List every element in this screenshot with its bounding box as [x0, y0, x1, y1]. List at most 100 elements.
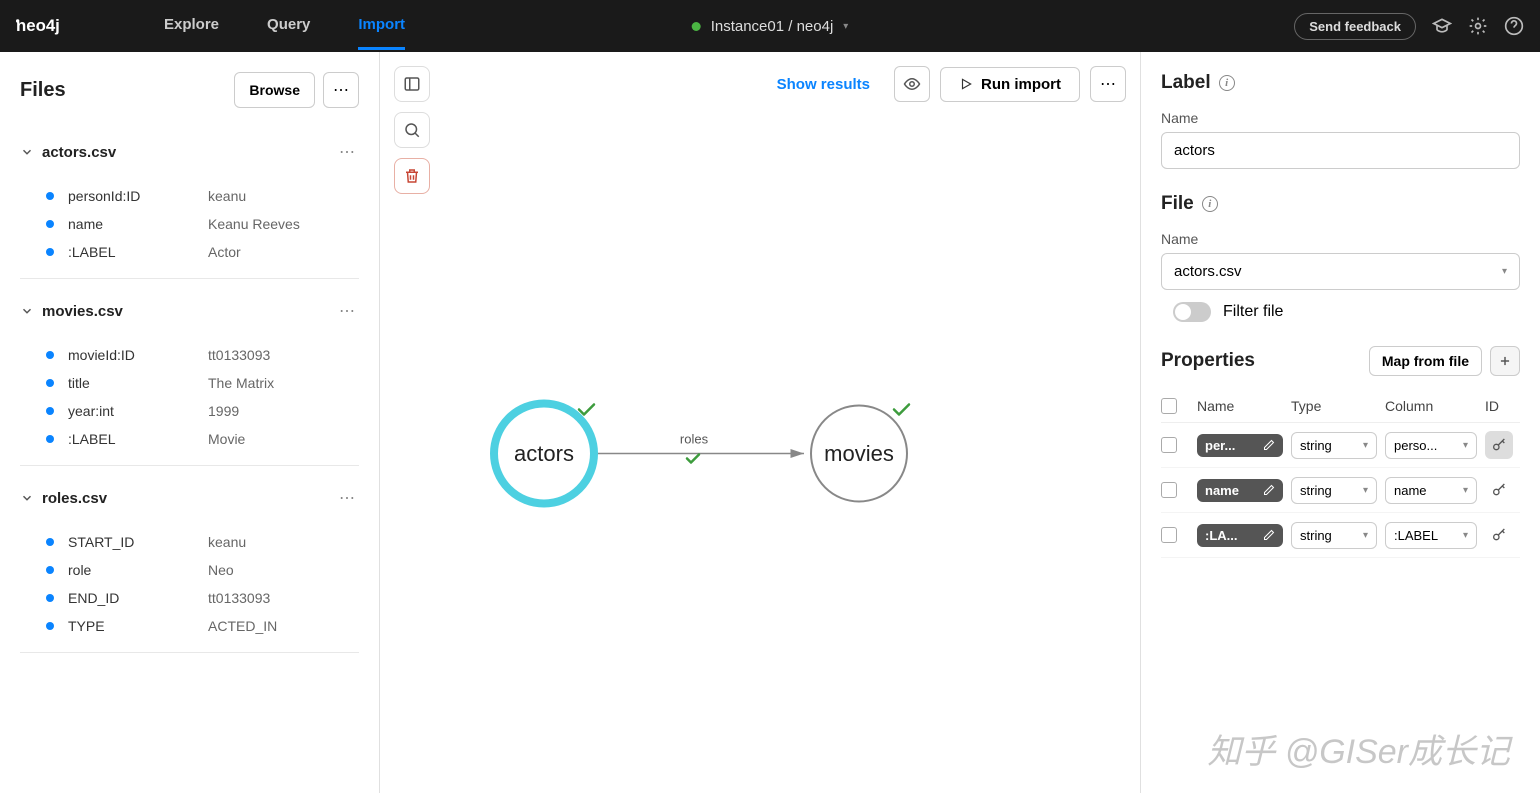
field-key: role — [68, 562, 208, 578]
file-field[interactable]: START_ID keanu — [46, 528, 359, 556]
file-field[interactable]: name Keanu Reeves — [46, 210, 359, 238]
run-import-button[interactable]: Run import — [940, 67, 1080, 102]
field-key: START_ID — [68, 534, 208, 550]
node-actors-label: actors — [514, 441, 574, 466]
file-menu-button[interactable]: ⋯ — [335, 138, 359, 166]
canvas-more-button[interactable]: ⋯ — [1090, 66, 1126, 102]
key-icon — [1491, 482, 1507, 498]
check-icon — [579, 404, 594, 414]
file-header[interactable]: movies.csv ⋯ — [20, 291, 359, 331]
details-sidebar: Label i Name File i Name actors.csv ▾ Fi… — [1140, 52, 1540, 793]
label-heading: Label i — [1161, 72, 1520, 94]
type-select[interactable]: string▾ — [1291, 432, 1377, 459]
show-results-link[interactable]: Show results — [777, 76, 870, 93]
name-label: Name — [1161, 110, 1520, 126]
column-select[interactable]: :LABEL▾ — [1385, 522, 1477, 549]
field-value: Keanu Reeves — [208, 216, 300, 232]
field-key: movieId:ID — [68, 347, 208, 363]
field-dot-icon — [46, 407, 54, 415]
file-field[interactable]: movieId:ID tt0133093 — [46, 341, 359, 369]
browse-button[interactable]: Browse — [234, 72, 315, 108]
instance-selector[interactable]: Instance01 / neo4j ▾ — [692, 18, 849, 35]
column-select[interactable]: perso...▾ — [1385, 432, 1477, 459]
property-name-pill[interactable]: name — [1197, 479, 1283, 502]
dots-icon: ⋯ — [333, 80, 349, 100]
property-name-pill[interactable]: :LA... — [1197, 524, 1283, 547]
file-section: roles.csv ⋯ START_ID keanu role Neo END_… — [20, 478, 359, 653]
field-dot-icon — [46, 622, 54, 630]
file-field[interactable]: personId:ID keanu — [46, 182, 359, 210]
row-checkbox[interactable] — [1161, 437, 1177, 453]
map-from-file-button[interactable]: Map from file — [1369, 346, 1482, 376]
delete-button[interactable] — [394, 158, 430, 194]
pencil-icon — [1263, 439, 1275, 451]
file-header[interactable]: actors.csv ⋯ — [20, 132, 359, 172]
file-field[interactable]: year:int 1999 — [46, 397, 359, 425]
preview-button[interactable] — [894, 66, 930, 102]
file-field[interactable]: title The Matrix — [46, 369, 359, 397]
run-import-label: Run import — [981, 76, 1061, 93]
property-row: per... string▾ perso...▾ — [1161, 423, 1520, 468]
file-field[interactable]: END_ID tt0133093 — [46, 584, 359, 612]
select-all-checkbox[interactable] — [1161, 398, 1177, 414]
send-feedback-button[interactable]: Send feedback — [1294, 13, 1416, 40]
info-icon[interactable]: i — [1202, 196, 1218, 212]
panel-toggle-button[interactable] — [394, 66, 430, 102]
key-icon — [1491, 527, 1507, 543]
col-id: ID — [1485, 398, 1517, 414]
neo4j-logo[interactable]: neo4j — [16, 14, 100, 38]
add-property-button[interactable] — [1490, 346, 1520, 376]
files-title: Files — [20, 79, 66, 102]
field-key: :LABEL — [68, 244, 208, 260]
row-checkbox[interactable] — [1161, 527, 1177, 543]
chevron-down-icon — [20, 145, 34, 159]
check-icon — [687, 454, 699, 462]
file-menu-button[interactable]: ⋯ — [335, 484, 359, 512]
id-key-button[interactable] — [1485, 476, 1513, 504]
help-icon[interactable] — [1504, 16, 1524, 36]
tab-explore[interactable]: Explore — [164, 2, 219, 50]
graduation-icon[interactable] — [1432, 16, 1452, 36]
file-header[interactable]: roles.csv ⋯ — [20, 478, 359, 518]
id-key-button[interactable] — [1485, 521, 1513, 549]
column-select[interactable]: name▾ — [1385, 477, 1477, 504]
gear-icon[interactable] — [1468, 16, 1488, 36]
file-field[interactable]: role Neo — [46, 556, 359, 584]
filter-file-toggle[interactable] — [1173, 302, 1211, 322]
file-select[interactable]: actors.csv ▾ — [1161, 253, 1520, 290]
chevron-down-icon: ▾ — [1463, 530, 1468, 541]
type-select[interactable]: string▾ — [1291, 477, 1377, 504]
tab-query[interactable]: Query — [267, 2, 310, 50]
type-select[interactable]: string▾ — [1291, 522, 1377, 549]
properties-heading: Properties — [1161, 350, 1255, 372]
file-field[interactable]: :LABEL Movie — [46, 425, 359, 453]
field-value: Actor — [208, 244, 241, 260]
id-key-button[interactable] — [1485, 431, 1513, 459]
file-field[interactable]: TYPE ACTED_IN — [46, 612, 359, 640]
chevron-down-icon — [20, 491, 34, 505]
field-dot-icon — [46, 435, 54, 443]
edge-label: roles — [680, 431, 709, 446]
row-checkbox[interactable] — [1161, 482, 1177, 498]
tab-import[interactable]: Import — [358, 2, 405, 50]
property-name-pill[interactable]: per... — [1197, 434, 1283, 457]
col-name: Name — [1197, 398, 1283, 414]
field-dot-icon — [46, 351, 54, 359]
field-dot-icon — [46, 192, 54, 200]
file-field[interactable]: :LABEL Actor — [46, 238, 359, 266]
file-menu-button[interactable]: ⋯ — [335, 297, 359, 325]
label-name-input[interactable] — [1161, 132, 1520, 169]
field-value: Movie — [208, 431, 245, 447]
field-value: Neo — [208, 562, 234, 578]
field-key: TYPE — [68, 618, 208, 634]
files-more-button[interactable]: ⋯ — [323, 72, 359, 108]
field-key: year:int — [68, 403, 208, 419]
field-value: 1999 — [208, 403, 239, 419]
canvas[interactable]: Show results Run import ⋯ roles — [380, 52, 1140, 793]
field-dot-icon — [46, 379, 54, 387]
pencil-icon — [1263, 529, 1275, 541]
search-canvas-button[interactable] — [394, 112, 430, 148]
nav-tabs: Explore Query Import — [164, 2, 405, 50]
instance-name: Instance01 / neo4j — [711, 18, 834, 35]
info-icon[interactable]: i — [1219, 75, 1235, 91]
